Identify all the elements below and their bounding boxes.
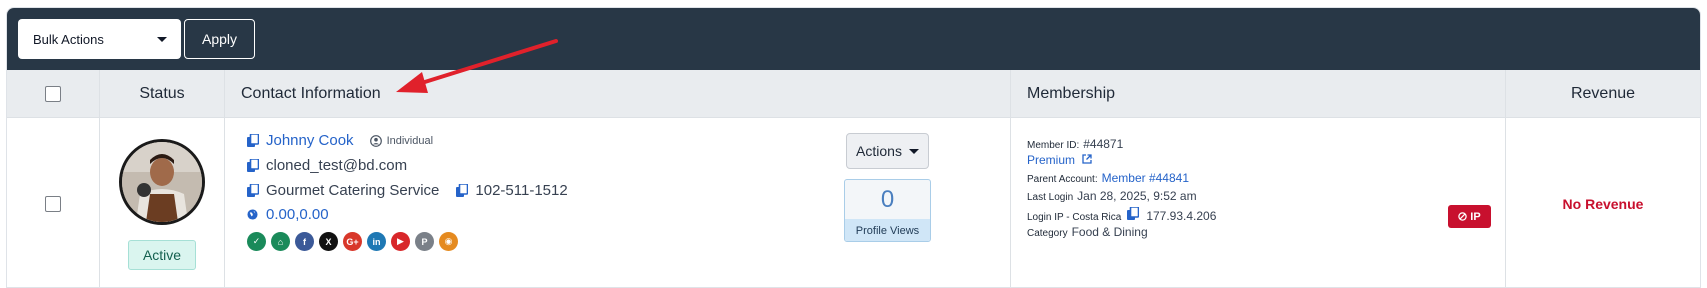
contact-coordinates-link[interactable]: 0.00,0.00 <box>266 206 329 223</box>
bulk-actions-label: Bulk Actions <box>33 31 104 47</box>
table-row: Active Johnny Cook Individual cloned_tes… <box>7 118 1700 287</box>
apply-button[interactable]: Apply <box>184 19 255 59</box>
copy-icon[interactable] <box>247 159 259 172</box>
select-all-checkbox[interactable] <box>45 85 61 102</box>
parent-account-link[interactable]: Member #44841 <box>1102 171 1189 185</box>
google-plus-icon[interactable]: G+ <box>343 232 362 251</box>
ban-icon <box>1458 212 1468 221</box>
header-check-cell <box>7 70 100 117</box>
last-login-value: Jan 28, 2025, 9:52 am <box>1077 189 1197 203</box>
status-cell: Active <box>100 118 225 287</box>
profile-views-label: Profile Views <box>845 219 930 241</box>
pinterest-icon[interactable]: P <box>415 232 434 251</box>
user-circle-icon <box>369 134 382 147</box>
globe-icon <box>247 209 258 220</box>
youtube-icon[interactable]: ▶ <box>391 232 410 251</box>
revenue-value: No Revenue <box>1562 195 1644 212</box>
contact-company-row: Gourmet Catering Service 102-511-1512 <box>247 182 568 199</box>
row-checkbox[interactable] <box>45 195 61 212</box>
last-login-row: Last Login Jan 28, 2025, 9:52 am <box>1027 189 1197 203</box>
account-type: Individual <box>369 134 434 147</box>
actions-dropdown-button[interactable]: Actions <box>846 133 929 169</box>
account-type-label: Individual <box>386 134 434 147</box>
parent-account-label: Parent Account: <box>1027 174 1098 185</box>
category-value: Food & Dining <box>1071 225 1148 239</box>
chevron-down-icon <box>908 148 919 154</box>
membership-plan-row: Premium <box>1027 153 1092 167</box>
membership-plan-link[interactable]: Premium <box>1027 153 1075 167</box>
member-id-value: #44871 <box>1083 137 1124 151</box>
header-status[interactable]: Status <box>100 70 225 117</box>
revenue-cell: No Revenue <box>1506 118 1700 287</box>
home-icon[interactable]: ⌂ <box>271 232 290 251</box>
contact-phone: 102-511-1512 <box>475 182 568 199</box>
verified-icon[interactable]: ✓ <box>247 232 266 251</box>
avatar-photo <box>122 142 202 222</box>
member-id-label: Member ID: <box>1027 140 1080 151</box>
last-login-label: Last Login <box>1027 192 1074 203</box>
table-toolbar: Bulk Actions Apply <box>7 8 1700 70</box>
login-ip-row: Login IP - Costa Rica 177.93.4.206 <box>1027 207 1216 223</box>
copy-icon[interactable] <box>247 184 259 197</box>
social-links: ✓ ⌂ f X G+ in ▶ P ◉ <box>247 232 458 251</box>
header-membership[interactable]: Membership <box>1011 70 1506 117</box>
contact-name-row: Johnny Cook Individual <box>247 132 433 149</box>
copy-icon[interactable] <box>1127 207 1140 220</box>
x-icon[interactable]: X <box>319 232 338 251</box>
copy-icon[interactable] <box>456 184 469 197</box>
avatar[interactable] <box>119 139 205 225</box>
members-table-panel: Bulk Actions Apply Status Contact Inform… <box>6 7 1701 288</box>
member-id-row: Member ID: #44871 <box>1027 137 1123 151</box>
copy-icon[interactable] <box>247 134 259 147</box>
parent-account-row: Parent Account: Member #44841 <box>1027 171 1189 185</box>
contact-company: Gourmet Catering Service <box>266 182 440 199</box>
rss-icon[interactable]: ◉ <box>439 232 458 251</box>
facebook-icon[interactable]: f <box>295 232 314 251</box>
category-row: Category Food & Dining <box>1027 225 1148 239</box>
chevron-down-icon <box>157 36 167 42</box>
contact-name-link[interactable]: Johnny Cook <box>266 132 354 149</box>
table-header: Status Contact Information Membership Re… <box>7 70 1700 118</box>
row-check-cell <box>7 118 100 287</box>
category-label: Category <box>1027 228 1068 239</box>
actions-label: Actions <box>856 143 902 159</box>
login-ip-label: Login IP - Costa Rica <box>1027 212 1122 223</box>
header-contact[interactable]: Contact Information <box>225 70 1011 117</box>
membership-cell: Member ID: #44871 Premium Parent Account… <box>1011 118 1506 287</box>
linkedin-icon[interactable]: in <box>367 232 386 251</box>
ip-button-label: IP <box>1470 210 1481 223</box>
ip-block-button[interactable]: IP <box>1448 205 1491 228</box>
external-link-icon[interactable] <box>1082 154 1092 164</box>
bulk-actions-select[interactable]: Bulk Actions <box>18 19 181 59</box>
header-revenue[interactable]: Revenue <box>1506 70 1700 117</box>
contact-location-row: 0.00,0.00 <box>247 206 329 223</box>
profile-views-box: 0 Profile Views <box>844 179 931 242</box>
contact-email: cloned_test@bd.com <box>266 157 408 174</box>
profile-views-count: 0 <box>880 185 895 213</box>
contact-cell: Johnny Cook Individual cloned_test@bd.co… <box>225 118 1011 287</box>
login-ip-value: 177.93.4.206 <box>1146 209 1217 223</box>
contact-email-row: cloned_test@bd.com <box>247 157 407 174</box>
status-badge: Active <box>128 240 196 270</box>
